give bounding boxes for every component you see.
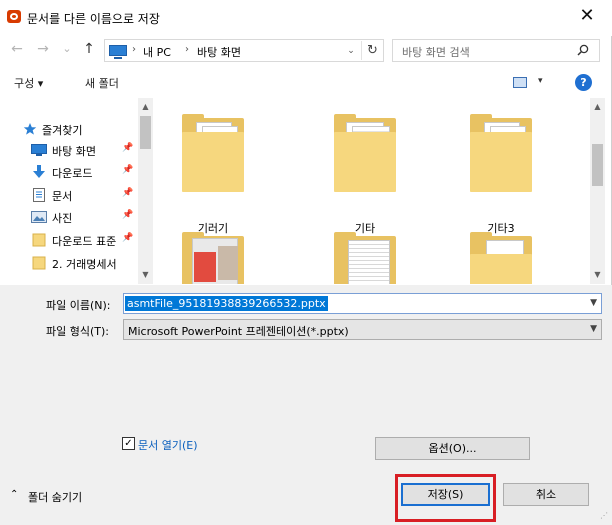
scroll-down-arrow[interactable]: ▼ xyxy=(138,268,153,282)
filename-input[interactable]: asmtFile_95181938839266532.pptx ▼ xyxy=(123,293,602,314)
refresh-button[interactable]: ↻ xyxy=(361,41,383,60)
open-document-label[interactable]: 문서 열기(E) xyxy=(138,437,198,453)
sidebar-item-desktop[interactable]: 바탕 화면 📌 xyxy=(1,139,139,161)
folder-item-gita3[interactable]: W 기타3 xyxy=(456,114,546,235)
image-folder-icon xyxy=(182,232,244,284)
scroll-up-arrow[interactable]: ▲ xyxy=(138,100,153,114)
search-box[interactable]: 바탕 화면 검색 xyxy=(392,39,600,62)
scroll-up-arrow[interactable]: ▲ xyxy=(590,100,605,114)
view-options-icon[interactable] xyxy=(513,77,527,88)
options-button[interactable]: 옵션(O)... xyxy=(375,437,530,460)
folder-icon xyxy=(32,233,46,247)
save-as-dialog: 문서를 다른 이름으로 저장 ✕ ← → ⌄ ↑ › 내 PC › 바탕 화면 … xyxy=(0,0,612,525)
folder-icon xyxy=(32,256,46,270)
folder-icon xyxy=(470,232,532,284)
chevron-up-icon[interactable]: ⌃ xyxy=(10,489,18,500)
sidebar-item-download-standard[interactable]: 다운로드 표준 📌 xyxy=(1,229,139,251)
pin-icon: 📌 xyxy=(122,165,134,175)
document-folder-icon xyxy=(334,232,396,284)
filetype-select[interactable]: Microsoft PowerPoint 프레젠테이션(*.pptx) ▼ xyxy=(123,319,602,340)
pin-icon: 📌 xyxy=(122,210,134,220)
command-bar: 구성 ▾ 새 폴더 ▾ ? xyxy=(0,69,612,97)
file-list-view: W 기러기 기타 W 기타3 xyxy=(154,98,590,284)
this-pc-icon xyxy=(109,45,127,59)
address-dropdown-button[interactable]: ⌄ xyxy=(344,43,358,59)
view-options-dropdown[interactable]: ▾ xyxy=(538,76,543,86)
sidebar-item-label: 다운로드 xyxy=(52,167,93,180)
download-icon xyxy=(33,165,45,178)
filename-value: asmtFile_95181938839266532.pptx xyxy=(125,296,328,311)
organize-menu[interactable]: 구성 ▾ xyxy=(14,75,43,91)
sidebar-item-label: 사진 xyxy=(52,212,73,225)
sidebar-item-label: 문서 xyxy=(52,190,73,203)
folder-item-giregi[interactable]: W 기러기 xyxy=(168,114,258,235)
powerpoint-app-icon xyxy=(7,10,21,23)
navigation-bar: ← → ⌄ ↑ › 내 PC › 바탕 화면 ⌄ ↻ 바탕 화면 검색 xyxy=(0,37,612,65)
chevron-down-icon[interactable]: ▼ xyxy=(590,298,597,308)
sidebar-item-label: 바탕 화면 xyxy=(52,145,96,158)
save-button[interactable]: 저장(S) xyxy=(401,483,490,506)
scroll-down-arrow[interactable]: ▼ xyxy=(590,268,605,282)
sidebar-item-statement[interactable]: 2. 거래명세서 xyxy=(1,252,139,274)
scroll-thumb[interactable] xyxy=(140,116,151,149)
sidebar-item-downloads[interactable]: 다운로드 📌 xyxy=(1,161,139,183)
sidebar-item-label: 즐겨찾기 xyxy=(42,124,83,137)
dialog-title: 문서를 다른 이름으로 저장 xyxy=(27,12,160,26)
forward-button[interactable]: → xyxy=(34,40,52,60)
word-folder-icon: W xyxy=(470,114,532,194)
pin-icon: 📌 xyxy=(122,143,134,153)
document-icon xyxy=(33,188,45,202)
breadcrumb-separator: › xyxy=(185,44,189,55)
recent-locations-button[interactable]: ⌄ xyxy=(60,40,74,60)
folder-item-docs[interactable] xyxy=(320,232,410,284)
navigation-pane: 즐겨찾기 바탕 화면 📌 다운로드 📌 문서 📌 사진 📌 다운로드 표준 📌 … xyxy=(1,98,153,284)
help-icon[interactable]: ? xyxy=(575,74,592,91)
sidebar-item-label: 2. 거래명세서 xyxy=(52,258,117,271)
title-bar: 문서를 다른 이름으로 저장 ✕ xyxy=(0,0,612,36)
content-scrollbar[interactable]: ▲ ▼ xyxy=(590,98,605,284)
chevron-down-icon[interactable]: ▼ xyxy=(590,324,597,334)
new-folder-button[interactable]: 새 폴더 xyxy=(85,75,119,91)
search-placeholder: 바탕 화면 검색 xyxy=(402,46,470,59)
filetype-label: 파일 형식(T): xyxy=(46,325,109,338)
folder-item-gita[interactable]: 기타 xyxy=(320,114,410,235)
hide-folders-toggle[interactable]: 폴더 숨기기 xyxy=(28,489,82,505)
sidebar-item-quick-access[interactable]: 즐겨찾기 xyxy=(1,118,139,140)
save-form-panel: 파일 이름(N): asmtFile_95181938839266532.ppt… xyxy=(0,285,612,525)
picture-icon xyxy=(31,211,47,223)
breadcrumb-this-pc[interactable]: 내 PC xyxy=(143,44,171,60)
breadcrumb-desktop[interactable]: 바탕 화면 xyxy=(197,44,241,60)
address-bar[interactable]: › 내 PC › 바탕 화면 ⌄ ↻ xyxy=(104,39,384,62)
back-button[interactable]: ← xyxy=(8,40,26,60)
cancel-button[interactable]: 취소 xyxy=(503,483,589,506)
desktop-icon xyxy=(31,144,47,156)
resize-grip-icon[interactable]: ⋰ xyxy=(600,511,610,521)
open-document-checkbox[interactable]: ✓ xyxy=(122,437,135,450)
star-icon xyxy=(23,123,37,135)
pin-icon: 📌 xyxy=(122,188,134,198)
folder-item-images[interactable] xyxy=(168,232,258,284)
filename-label: 파일 이름(N): xyxy=(46,299,111,312)
pin-icon: 📌 xyxy=(122,233,134,243)
sidebar-item-documents[interactable]: 문서 📌 xyxy=(1,184,139,206)
scroll-thumb[interactable] xyxy=(592,144,603,186)
up-button[interactable]: ↑ xyxy=(80,40,98,60)
sidebar-item-label: 다운로드 표준 xyxy=(52,235,117,248)
document-folder-icon xyxy=(334,114,396,194)
sidebar-item-pictures[interactable]: 사진 📌 xyxy=(1,206,139,228)
sidebar-scrollbar[interactable]: ▲ ▼ xyxy=(138,98,153,284)
folder-item-plain[interactable] xyxy=(456,232,546,284)
word-folder-icon: W xyxy=(182,114,244,194)
search-icon xyxy=(577,44,589,56)
breadcrumb-separator: › xyxy=(132,44,136,55)
close-button[interactable]: ✕ xyxy=(572,5,602,29)
filetype-value: Microsoft PowerPoint 프레젠테이션(*.pptx) xyxy=(128,325,349,338)
